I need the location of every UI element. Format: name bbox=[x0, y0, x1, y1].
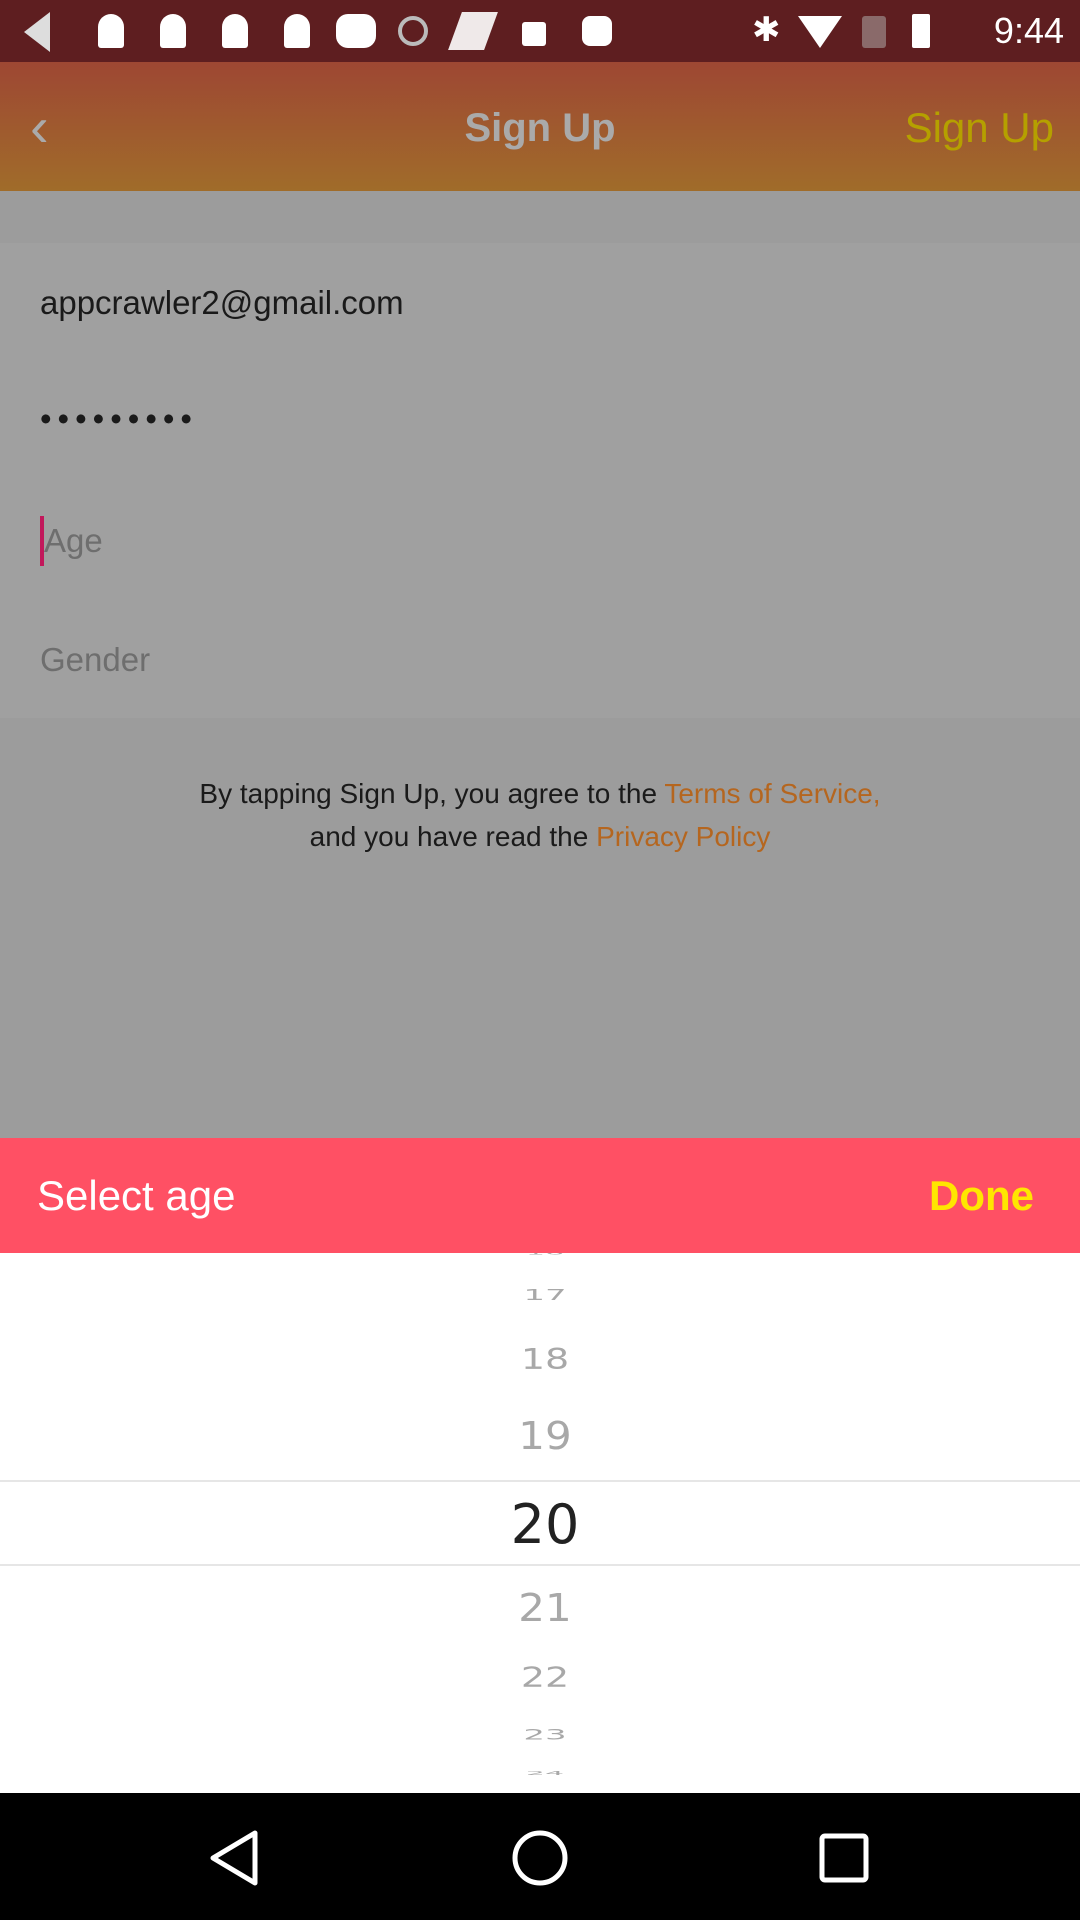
picker-option[interactable]: 23 bbox=[0, 1727, 1080, 1744]
email-field[interactable]: appcrawler2@gmail.com bbox=[40, 284, 1040, 322]
app-header: ‹ Sign Up Sign Up bbox=[0, 62, 1080, 191]
selection-divider bbox=[0, 1564, 1080, 1566]
picker-option[interactable]: 16 bbox=[0, 1253, 1080, 1256]
keyhole-icon bbox=[284, 14, 310, 48]
satellite-icon bbox=[448, 12, 498, 50]
picker-option-selected[interactable]: 20 bbox=[0, 1493, 1080, 1556]
keyhole-icon bbox=[160, 14, 186, 48]
terms-of-service-link[interactable]: Terms of Service, bbox=[664, 778, 880, 809]
keyhole-icon bbox=[98, 14, 124, 48]
picker-option[interactable]: 18 bbox=[0, 1343, 1080, 1376]
recents-nav-icon[interactable] bbox=[819, 1833, 869, 1883]
age-field[interactable]: Age bbox=[44, 522, 1044, 560]
picker-option[interactable]: 24 bbox=[0, 1770, 1080, 1776]
cat-icon bbox=[336, 14, 376, 48]
clock: 9:44 bbox=[993, 10, 1064, 51]
navigation-bar bbox=[0, 1793, 1080, 1920]
privacy-policy-link[interactable]: Privacy Policy bbox=[596, 821, 770, 852]
no-sim-icon bbox=[862, 16, 886, 48]
wifi-icon bbox=[798, 16, 842, 48]
done-button[interactable]: Done bbox=[929, 1172, 1034, 1220]
picker-option[interactable]: 19 bbox=[0, 1413, 1080, 1458]
sign-up-button[interactable]: Sign Up bbox=[905, 104, 1054, 152]
android-icon bbox=[582, 16, 612, 46]
picker-toolbar: Select age Done bbox=[0, 1138, 1080, 1253]
info-icon bbox=[398, 16, 428, 46]
status-bar: ✱ 9:44 bbox=[0, 0, 1080, 62]
picker-option[interactable]: 21 bbox=[0, 1585, 1080, 1630]
picker-title: Select age bbox=[37, 1172, 236, 1219]
home-nav-icon[interactable] bbox=[512, 1830, 568, 1886]
terms-text: By tapping Sign Up, you agree to the Ter… bbox=[0, 772, 1080, 858]
back-nav-icon[interactable] bbox=[210, 1830, 258, 1886]
terms-line2: and you have read the bbox=[309, 821, 597, 852]
picker-option[interactable]: 22 bbox=[0, 1661, 1080, 1693]
bluetooth-icon: ✱ bbox=[752, 11, 781, 49]
picker-option[interactable]: 17 bbox=[0, 1286, 1080, 1304]
back-arrow-notification-icon bbox=[24, 12, 50, 52]
battery-charging-icon bbox=[912, 14, 930, 48]
gender-field[interactable]: Gender bbox=[40, 641, 1040, 679]
selection-divider bbox=[0, 1480, 1080, 1482]
age-picker-wheel[interactable]: 16 17 18 19 20 21 22 23 24 bbox=[0, 1253, 1080, 1793]
keyhole-icon bbox=[222, 14, 248, 48]
lock-icon bbox=[522, 22, 546, 46]
password-field[interactable]: ••••••••• bbox=[40, 400, 1040, 438]
terms-line1: By tapping Sign Up, you agree to the bbox=[199, 778, 665, 809]
